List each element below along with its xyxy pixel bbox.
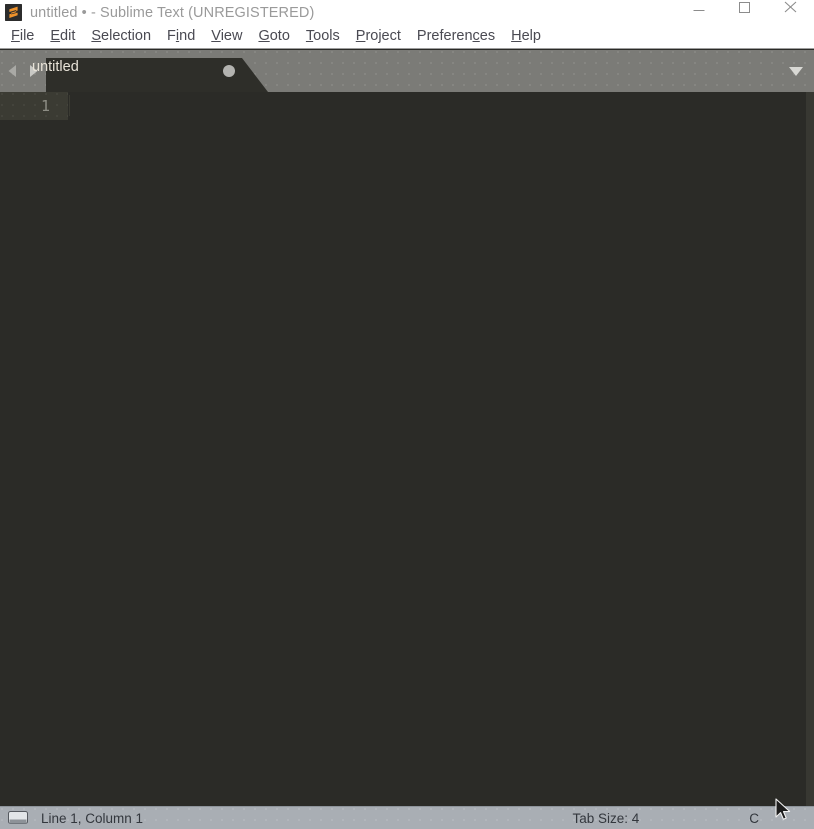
tab-untitled[interactable] — [46, 58, 268, 92]
tab-unsaved-indicator-icon[interactable] — [223, 65, 235, 77]
title-bar-left: untitled • - Sublime Text (UNREGISTERED) — [0, 0, 676, 24]
window-controls — [676, 0, 814, 24]
close-button[interactable] — [768, 1, 814, 24]
sublime-text-logo-icon — [5, 4, 22, 21]
status-cursor-position: Line 1, Column 1 — [41, 810, 144, 826]
menu-item-find[interactable]: Find — [159, 25, 203, 47]
menu-item-edit[interactable]: Edit — [42, 25, 83, 47]
editor-area[interactable]: 1 — [0, 92, 814, 806]
title-bar: untitled • - Sublime Text (UNREGISTERED) — [0, 0, 814, 24]
editor-scrollbar[interactable] — [806, 92, 814, 806]
text-caret — [69, 95, 70, 116]
menu-item-project[interactable]: Project — [348, 25, 409, 47]
status-syntax-mode[interactable]: C — [749, 811, 759, 826]
menu-item-tools[interactable]: Tools — [298, 25, 348, 47]
menu-item-selection[interactable]: Selection — [83, 25, 159, 47]
maximize-button[interactable] — [722, 2, 768, 24]
menu-item-file[interactable]: File — [3, 25, 42, 47]
tab-bar: untitled — [0, 50, 814, 92]
menu-bar: File Edit Selection Find View Goto Tools… — [0, 24, 814, 49]
nav-back-arrow-icon[interactable] — [5, 61, 21, 81]
menu-item-view[interactable]: View — [203, 25, 250, 47]
tab-untitled-label: untitled — [32, 59, 79, 75]
status-tab-size[interactable]: Tab Size: 4 — [572, 811, 639, 826]
sublime-text-window: untitled • - Sublime Text (UNREGISTERED) — [0, 0, 814, 829]
menu-item-goto[interactable]: Goto — [250, 25, 297, 47]
monitor-icon — [8, 811, 28, 825]
menu-item-help[interactable]: Help — [503, 25, 549, 47]
menu-item-preferences[interactable]: Preferences — [409, 25, 503, 47]
minimize-button[interactable] — [676, 2, 722, 24]
window-title: untitled • - Sublime Text (UNREGISTERED) — [30, 5, 315, 21]
tab-list-menu-button[interactable] — [787, 50, 805, 92]
chevron-down-icon — [789, 67, 803, 76]
line-number-1: 1 — [40, 97, 50, 115]
status-bar: Line 1, Column 1 Tab Size: 4 C — [0, 806, 814, 829]
